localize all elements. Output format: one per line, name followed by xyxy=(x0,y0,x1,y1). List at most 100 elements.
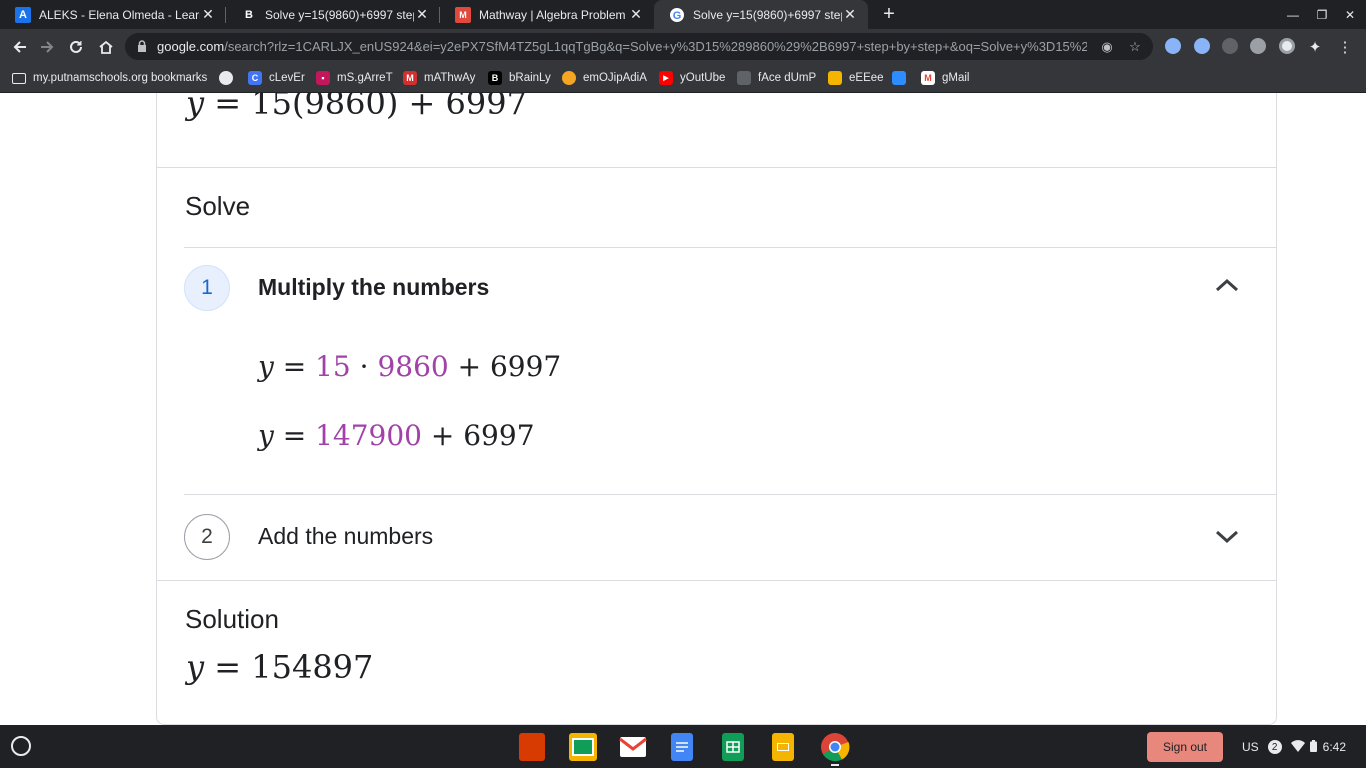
globe-icon xyxy=(219,71,233,85)
address-bar[interactable]: google.com/search?rlz=1CARLJX_enUS924&ei… xyxy=(125,33,1153,60)
location-icon[interactable]: ◉ xyxy=(1098,38,1116,56)
clock: 6:42 xyxy=(1322,740,1347,754)
restore-icon[interactable]: ❐ xyxy=(1312,5,1332,25)
chrome-icon[interactable] xyxy=(820,733,850,762)
equals-sign: = xyxy=(204,93,252,122)
chevron-up-icon[interactable] xyxy=(1214,272,1240,298)
bookmark-star-icon[interactable]: ☆ xyxy=(1126,38,1144,56)
office-icon[interactable] xyxy=(519,733,545,761)
equals-sign: = xyxy=(273,419,316,452)
tab-aleks[interactable]: A ALEKS - Elena Olmeda - Learn ✕ xyxy=(0,0,226,29)
bookmark-folder[interactable]: my.putnamschools.org bookmarks xyxy=(12,69,207,87)
step-1-title: Multiply the numbers xyxy=(258,274,490,300)
step-1-line-2: y = 147900 + 6997 xyxy=(258,419,535,452)
menu-kebab-icon[interactable]: ⋮ xyxy=(1333,35,1357,59)
home-icon[interactable] xyxy=(94,35,118,59)
browser-toolbar: google.com/search?rlz=1CARLJX_enUS924&ei… xyxy=(0,29,1366,64)
bookmark-label: mAThwAy xyxy=(424,72,476,84)
bookmark-label: fAce dUmP xyxy=(758,72,817,84)
bookmark-globe[interactable] xyxy=(219,69,240,87)
chevron-down-icon[interactable] xyxy=(1214,524,1240,550)
docs-icon[interactable] xyxy=(671,733,693,761)
url-path: /search?rlz=1CARLJX_enUS924&ei=y2ePX7SfM… xyxy=(224,39,1087,54)
aleks-icon: A xyxy=(15,6,31,23)
highlighted-factor: 15 xyxy=(315,350,351,383)
equals-sign: = xyxy=(273,350,316,383)
solver-card: y = 15(9860) + 6997 Solve 1 Multiply the… xyxy=(156,93,1277,725)
step-number-badge: 1 xyxy=(184,265,230,311)
close-icon[interactable]: ✕ xyxy=(842,6,858,23)
tab-title: Solve y=15(9860)+6997 step by xyxy=(265,7,414,22)
bookmark-gmail[interactable]: M gMail xyxy=(921,69,969,87)
bookmark-label: bRainLy xyxy=(509,72,551,84)
svg-text:G: G xyxy=(673,10,682,22)
clever-icon: C xyxy=(248,71,262,85)
launcher-icon[interactable] xyxy=(11,736,31,756)
bookmark-ms-garret[interactable]: ▪ mS.gArreT xyxy=(316,69,393,87)
equation-variable: y xyxy=(186,93,205,122)
forward-icon[interactable] xyxy=(35,35,59,59)
minimize-icon[interactable]: — xyxy=(1283,5,1303,25)
bookmark-brainly[interactable]: B bRainLy xyxy=(488,69,551,87)
close-icon[interactable]: ✕ xyxy=(414,6,430,23)
solve-heading: Solve xyxy=(185,191,251,221)
tab-strip: A ALEKS - Elena Olmeda - Learn ✕ B Solve… xyxy=(0,0,1366,29)
bookmark-clever[interactable]: C cLevEr xyxy=(248,69,305,87)
folder-icon xyxy=(12,72,26,84)
gmail-icon[interactable] xyxy=(619,733,647,761)
bookmark-zoom[interactable] xyxy=(892,69,913,87)
close-window-icon[interactable]: ✕ xyxy=(1340,5,1360,25)
equation-variable: y xyxy=(186,648,205,686)
mathway-icon: M xyxy=(455,6,471,23)
sheets-icon[interactable] xyxy=(722,733,744,761)
close-icon[interactable]: ✕ xyxy=(200,6,216,23)
classroom-icon[interactable] xyxy=(569,733,597,761)
bookmark-youtube[interactable]: ▶ yOutUbe xyxy=(659,69,725,87)
url-host: google.com xyxy=(157,39,225,54)
sign-out-button[interactable]: Sign out xyxy=(1147,732,1223,762)
reload-icon[interactable] xyxy=(64,35,88,59)
youtube-icon: ▶ xyxy=(659,71,673,85)
bookmark-emojipedia[interactable]: emOJipAdiA xyxy=(562,69,647,87)
solution-heading: Solution xyxy=(185,604,279,634)
highlighted-product: 147900 xyxy=(315,419,422,452)
emojipedia-icon xyxy=(562,71,576,85)
bookmark-label: emOJipAdiA xyxy=(583,72,647,84)
highlighted-factor: 9860 xyxy=(377,350,449,383)
extension-circle-icon[interactable] xyxy=(1222,38,1238,54)
bookmark-label: my.putnamschools.org bookmarks xyxy=(33,72,208,84)
brainly-icon: B xyxy=(488,71,502,85)
equation-variable: y xyxy=(258,350,274,383)
solution-value: 154897 xyxy=(251,648,374,686)
bookmark-label: cLevEr xyxy=(269,72,305,84)
os-shelf: Sign out US 2 6:42 xyxy=(0,725,1366,768)
slides-icon[interactable] xyxy=(772,733,794,761)
step-1-line-1: y = 15 · 9860 + 6997 xyxy=(258,350,561,383)
google-icon: G xyxy=(669,7,685,23)
tab-mathway[interactable]: M Mathway | Algebra Problem Solv ✕ xyxy=(440,0,654,29)
battery-icon xyxy=(1309,739,1317,755)
divider xyxy=(184,494,1276,495)
bookmark-mathway[interactable]: M mAThwAy xyxy=(403,69,475,87)
step-2-title: Add the numbers xyxy=(258,523,434,549)
bookmark-label: gMail xyxy=(942,72,970,84)
tab-title: Mathway | Algebra Problem Solv xyxy=(479,7,628,22)
equals-sign: = xyxy=(204,648,252,686)
extensions-puzzle-icon[interactable]: ✦ xyxy=(1303,35,1327,59)
back-icon[interactable] xyxy=(8,35,32,59)
extension-record-icon[interactable] xyxy=(1279,38,1295,54)
tab-title: ALEKS - Elena Olmeda - Learn xyxy=(39,7,200,22)
tab-brainly[interactable]: B Solve y=15(9860)+6997 step by ✕ xyxy=(226,0,440,29)
tab-title: Solve y=15(9860)+6997 step by xyxy=(693,7,842,22)
extension-shield-2-icon[interactable] xyxy=(1194,38,1210,54)
bookmark-face-dump[interactable]: fAce dUmP xyxy=(737,69,816,87)
close-icon[interactable]: ✕ xyxy=(628,6,644,23)
tab-google-active[interactable]: G Solve y=15(9860)+6997 step by ✕ xyxy=(654,0,868,29)
extension-tool-icon[interactable] xyxy=(1250,38,1266,54)
status-tray[interactable]: US 2 6:42 xyxy=(1234,732,1360,762)
url-text: google.com/search?rlz=1CARLJX_enUS924&ei… xyxy=(157,39,1087,54)
equation-remainder: + 6997 xyxy=(421,419,535,452)
new-tab-button[interactable]: + xyxy=(878,4,900,26)
extension-shield-icon[interactable] xyxy=(1165,38,1181,54)
bookmark-eeeee[interactable]: eEEee xyxy=(828,69,884,87)
